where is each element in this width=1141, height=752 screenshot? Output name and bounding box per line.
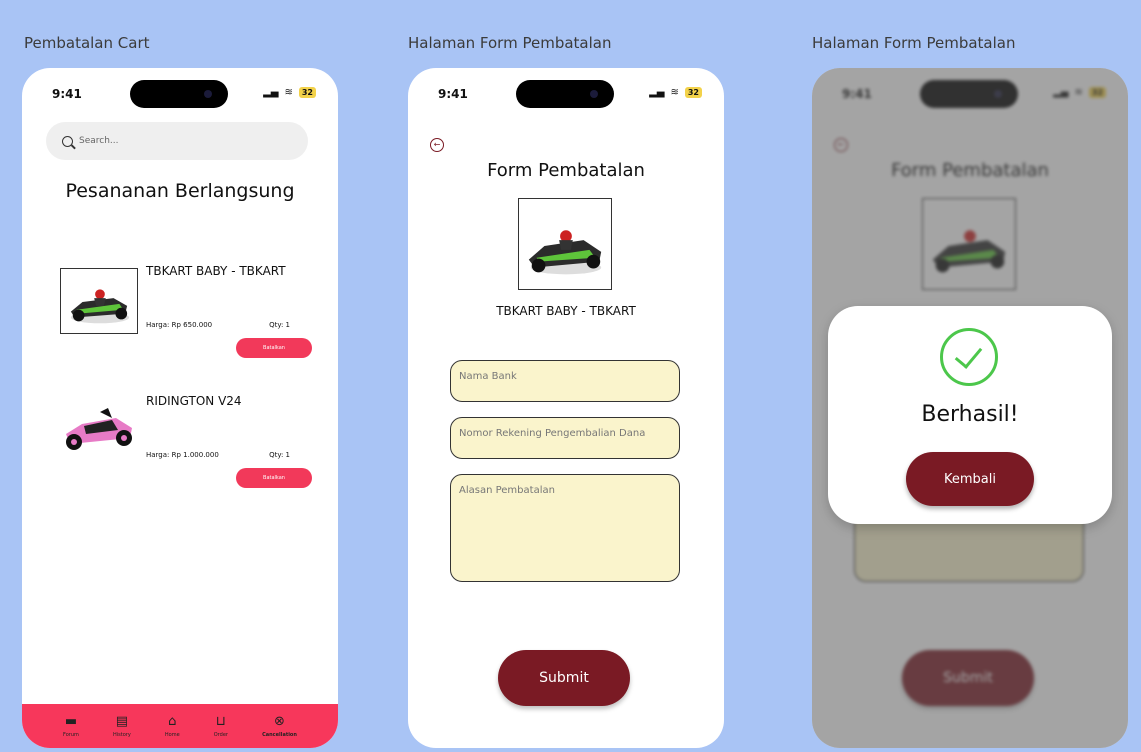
cancellation-reason-field[interactable]: Alasan Pembatalan	[450, 474, 680, 582]
battery-icon: 32	[298, 87, 316, 98]
search-icon	[62, 135, 73, 147]
bottom-nav: ▬ Forum ▤ History ⌂ Home ⊔ Order ⊗ Cance…	[22, 704, 338, 748]
frame-title-success: Halaman Form Pembatalan	[812, 34, 1016, 52]
frame-title-cart: Pembatalan Cart	[24, 34, 150, 52]
nav-item-forum[interactable]: ▬ Forum	[63, 713, 79, 738]
search-input[interactable]: Search...	[46, 122, 308, 160]
success-message: Berhasil!	[921, 402, 1019, 427]
product-name: RIDINGTON V24	[146, 394, 242, 408]
frame-title-form: Halaman Form Pembatalan	[408, 34, 612, 52]
page-title: Pesananan Berlangsung	[65, 180, 295, 202]
calendar-icon: ▤	[115, 713, 129, 729]
back-arrow-icon[interactable]: ←	[430, 138, 444, 152]
product-name: TBKART BABY - TBKART	[146, 264, 286, 278]
phone-form: 9:41 ▂▄ ≋ 32 ← Form Pembatalan TBKART BA…	[408, 68, 724, 748]
form-title: Form Pembatalan	[487, 160, 645, 181]
form-product-name: TBKART BABY - TBKART	[496, 304, 636, 318]
chat-icon: ▬	[64, 713, 78, 729]
phone-cart: 9:41 ▂▄ ≋ 32 Search... Pesananan Berlang…	[22, 68, 338, 748]
back-button[interactable]: Kembali	[906, 452, 1034, 506]
success-dialog: Berhasil! Kembali	[828, 306, 1112, 524]
signal-icon: ▂▄	[649, 87, 665, 98]
product-price: Harga: Rp 650.000	[146, 321, 213, 329]
product-qty: Qty: 1	[269, 321, 290, 329]
status-time: 9:41	[438, 87, 468, 101]
status-time: 9:41	[52, 87, 82, 101]
cart-icon: ⊔	[215, 713, 226, 729]
product-image-gokart	[60, 268, 138, 334]
status-bar: 9:41 ▂▄ ≋ 32	[408, 80, 724, 110]
product-qty: Qty: 1	[269, 451, 290, 459]
system-icons: ▂▄ ≋ 32	[649, 87, 702, 98]
nav-item-order[interactable]: ⊔ Order	[214, 713, 228, 738]
battery-icon: 32	[684, 87, 702, 98]
product-price: Harga: Rp 1.000.000	[146, 451, 219, 459]
product-image-ridon-kart	[66, 408, 132, 450]
wifi-icon: ≋	[284, 87, 293, 98]
check-circle-icon	[940, 328, 998, 386]
bank-name-field[interactable]: Nama Bank	[450, 360, 680, 402]
search-placeholder: Search...	[79, 136, 119, 146]
product-image-gokart	[518, 198, 612, 290]
phone-success: 9:41 ▂▄ ≋ 32 ← Form Pembatalan Submit Be…	[812, 68, 1128, 748]
dynamic-island	[516, 80, 614, 108]
dynamic-island	[130, 80, 228, 108]
status-bar: 9:41 ▂▄ ≋ 32	[22, 80, 338, 110]
cart-item: TBKART BABY - TBKART Harga: Rp 650.000 Q…	[52, 254, 322, 358]
submit-button[interactable]: Submit	[498, 650, 630, 706]
system-icons: ▂▄ ≋ 32	[263, 87, 316, 98]
cancel-order-button[interactable]: Batalkan	[236, 468, 312, 488]
cancel-order-button[interactable]: Batalkan	[236, 338, 312, 358]
home-icon: ⌂	[168, 713, 177, 729]
nav-item-home[interactable]: ⌂ Home	[165, 713, 180, 738]
cart-item: RIDINGTON V24 Harga: Rp 1.000.000 Qty: 1…	[52, 384, 322, 488]
cancel-circle-icon: ⊗	[274, 713, 285, 729]
signal-icon: ▂▄	[263, 87, 279, 98]
nav-item-history[interactable]: ▤ History	[113, 713, 131, 738]
account-number-field[interactable]: Nomor Rekening Pengembalian Dana	[450, 417, 680, 459]
wifi-icon: ≋	[670, 87, 679, 98]
nav-item-cancellation[interactable]: ⊗ Cancellation	[262, 713, 297, 738]
